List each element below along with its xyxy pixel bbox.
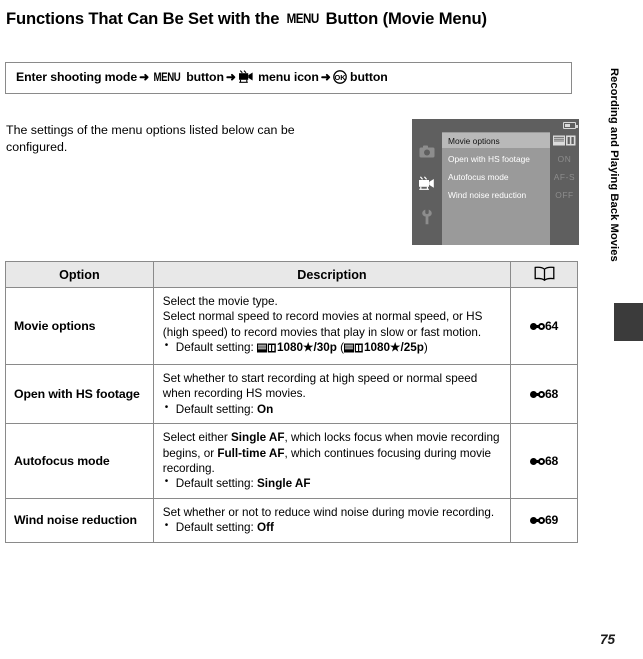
description-part-a: Select either <box>162 431 232 445</box>
extension-manual-icon <box>529 322 545 331</box>
arrow-right-icon-2: ➜ <box>225 69 236 84</box>
column-header-reference <box>510 261 578 288</box>
shooting-menu-tab[interactable] <box>417 141 437 161</box>
menu-button-icon: MENU <box>286 11 319 26</box>
option-name: Autofocus mode <box>5 423 154 499</box>
path-step-ok-button: button <box>346 69 388 84</box>
setup-menu-tab[interactable] <box>417 207 437 227</box>
default-setting-value-a: Single AF <box>257 477 311 491</box>
settings-table: Option Description Movie options Select … <box>5 261 578 543</box>
camera-icon <box>419 145 435 157</box>
camera-value-autofocus-mode: AF-S <box>553 171 576 182</box>
movie-menu-tab[interactable] <box>417 173 437 193</box>
path-step-movie-menu-icon: menu icon <box>254 69 319 84</box>
description-line: Select either Single AF, which locks foc… <box>163 430 502 476</box>
movie-options-icon <box>553 135 576 146</box>
movie-options-icon <box>257 342 276 357</box>
reference-page-number: 68 <box>544 453 559 468</box>
default-setting-prefix: Default setting: <box>175 477 258 491</box>
description-line: Set whether to start recording at high s… <box>162 371 478 401</box>
description-line: Select normal speed to record movies at … <box>162 310 483 339</box>
table-row: Open with HS footage Set whether to star… <box>5 363 578 425</box>
option-name: Wind noise reduction <box>5 497 154 543</box>
reference-page: 68 <box>510 423 578 499</box>
table-header-row: Option Description <box>5 261 578 288</box>
default-setting-bullet: Default setting: On <box>163 401 502 417</box>
camera-menu-item-wind-noise-reduction[interactable]: Wind noise reduction <box>442 187 550 202</box>
ok-button-icon: OK <box>332 69 347 87</box>
table-row: Autofocus mode Select either Single AF, … <box>5 423 578 499</box>
camera-menu-item-label: Open with HS footage <box>448 153 530 164</box>
reference-page: 69 <box>510 497 578 543</box>
default-setting-bullet: Default setting: Single AF <box>163 475 502 491</box>
navigation-path-text: Enter shooting mode ➜ MENU button ➜ menu ic… <box>16 70 388 87</box>
camera-menu-item-autofocus-mode[interactable]: Autofocus mode <box>442 169 550 184</box>
column-header-option: Option <box>5 261 154 288</box>
table-row: Wind noise reduction Set whether or not … <box>5 497 578 543</box>
option-name: Movie options <box>5 287 154 365</box>
arrow-right-icon-1: ➜ <box>139 69 150 84</box>
reference-page: 68 <box>510 363 578 425</box>
camera-menu-item-open-with-hs-footage[interactable]: Open with HS footage <box>442 151 550 166</box>
wrench-icon <box>422 209 432 225</box>
movie-camera-icon <box>238 69 255 86</box>
book-icon <box>534 266 555 284</box>
default-setting-paren-close: ) <box>423 341 428 355</box>
camera-menu-item-label: Wind noise reduction <box>448 189 527 200</box>
description-line: Set whether or not to reduce wind noise … <box>162 505 495 519</box>
default-setting-value-a: 1080★/30p <box>277 341 337 355</box>
camera-value-open-with-hs-footage: ON <box>557 153 572 164</box>
default-setting-value-a: On <box>257 402 274 416</box>
description-term-single-af: Single AF <box>231 431 285 445</box>
chapter-thumb-tab <box>614 303 643 341</box>
battery-icon <box>563 122 578 129</box>
movie-camera-icon <box>419 176 434 190</box>
navigation-path-box: Enter shooting mode ➜ MENU button ➜ menu ic… <box>5 62 572 94</box>
page-title: Functions That Can Be Set with the MENU … <box>6 0 566 30</box>
description-term-full-time-af: Full-time AF <box>217 446 285 460</box>
camera-menu-item-label: Autofocus mode <box>448 171 509 182</box>
reference-page-number: 64 <box>544 318 559 333</box>
camera-menu-item-label: Movie options <box>448 135 500 146</box>
option-name: Open with HS footage <box>5 363 154 425</box>
path-step-enter-shooting-mode: Enter shooting mode <box>16 69 138 84</box>
camera-screen-illustration: Movie options Open with HS footage Autof… <box>412 119 579 245</box>
page-title-part1: Functions That Can Be Set with the <box>6 9 284 28</box>
extension-manual-icon <box>529 457 545 466</box>
default-setting-prefix: Default setting: <box>175 402 258 416</box>
default-setting-prefix: Default setting: <box>175 521 258 535</box>
reference-page-number: 69 <box>544 513 559 528</box>
default-setting-bullet: Default setting: Off <box>163 519 502 535</box>
page-title-part2: Button (Movie Menu) <box>321 9 487 28</box>
svg-text:OK: OK <box>334 73 346 82</box>
page-number: 75 <box>600 632 616 647</box>
column-header-description: Description <box>152 261 512 288</box>
movie-options-icon <box>344 342 363 357</box>
default-setting-prefix: Default setting: <box>175 341 258 355</box>
camera-value-wind-noise-reduction: OFF <box>555 189 574 200</box>
page-content: Functions That Can Be Set with the MENU … <box>6 0 580 30</box>
description-line: Select the movie type. <box>162 295 278 308</box>
table-row: Movie options Select the movie type. Sel… <box>5 287 578 365</box>
intro-paragraph: The settings of the menu options listed … <box>6 123 295 155</box>
arrow-right-icon-3: ➜ <box>320 69 331 84</box>
extension-manual-icon <box>529 390 545 399</box>
document-page: Recording and Playing Back Movies 75 Fun… <box>0 0 643 659</box>
default-setting-value-b: 1080★/25p <box>364 341 424 355</box>
default-setting-value-a: Off <box>257 521 274 535</box>
reference-page-number: 68 <box>544 386 559 401</box>
menu-button-icon: MENU <box>153 71 181 84</box>
default-setting-paren-open: ( <box>336 341 345 355</box>
option-description: Set whether to start recording at high s… <box>152 363 512 425</box>
path-step-menu-button: button <box>182 69 224 84</box>
option-description: Select the movie type. Select normal spe… <box>152 287 512 365</box>
default-setting-bullet: Default setting: 1080★/30p (1080★/25p) <box>163 339 502 357</box>
option-description: Set whether or not to reduce wind noise … <box>152 497 512 543</box>
camera-menu-item-movie-options[interactable]: Movie options <box>442 133 550 148</box>
chapter-label: Recording and Playing Back Movies <box>608 68 620 262</box>
reference-page: 64 <box>510 287 578 365</box>
option-description: Select either Single AF, which locks foc… <box>152 423 512 499</box>
extension-manual-icon <box>529 516 545 525</box>
